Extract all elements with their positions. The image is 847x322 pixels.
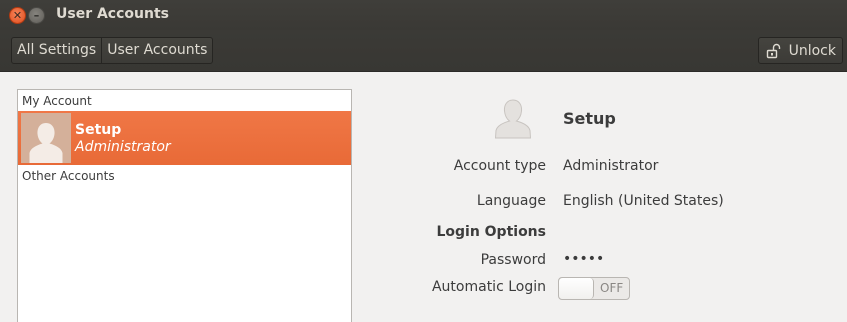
user-avatar-icon[interactable] — [489, 95, 537, 143]
user-accounts-window: ✕ – User Accounts All Settings User Acco… — [0, 0, 847, 322]
breadcrumb: All Settings User Accounts — [11, 37, 214, 64]
toggle-knob[interactable] — [559, 278, 594, 299]
password-label: Password — [480, 252, 546, 268]
breadcrumb-all-settings[interactable]: All Settings — [12, 38, 101, 63]
unlock-button[interactable]: Unlock — [757, 37, 843, 64]
close-icon[interactable]: ✕ — [9, 7, 26, 24]
breadcrumb-user-accounts[interactable]: User Accounts — [101, 38, 212, 63]
list-item-selected-user[interactable]: Setup Administrator — [18, 111, 351, 165]
minimize-icon[interactable]: – — [28, 7, 45, 24]
window-title: User Accounts — [56, 6, 169, 22]
account-type-label: Account type — [453, 158, 546, 174]
login-options-heading: Login Options — [436, 224, 546, 240]
title-bar: ✕ – User Accounts — [0, 0, 847, 30]
toolbar: All Settings User Accounts Unlock — [0, 30, 847, 72]
password-value[interactable]: ••••• — [563, 251, 604, 267]
accounts-list: My Account Setup Administrator Other Acc… — [17, 89, 352, 322]
language-label: Language — [476, 193, 546, 209]
selected-user-name: Setup — [75, 122, 122, 138]
lock-icon — [766, 43, 780, 58]
unlock-label: Unlock — [788, 42, 836, 59]
my-account-header: My Account — [22, 94, 92, 108]
user-avatar-icon — [21, 113, 71, 163]
detail-user-name[interactable]: Setup — [563, 109, 616, 128]
automatic-login-toggle[interactable]: OFF — [558, 277, 630, 300]
toggle-state-label: OFF — [600, 281, 624, 295]
automatic-login-label: Automatic Login — [431, 279, 546, 295]
account-type-value[interactable]: Administrator — [563, 158, 658, 174]
other-accounts-header: Other Accounts — [22, 169, 115, 183]
selected-user-role: Administrator — [75, 139, 171, 155]
language-value[interactable]: English (United States) — [563, 193, 724, 209]
